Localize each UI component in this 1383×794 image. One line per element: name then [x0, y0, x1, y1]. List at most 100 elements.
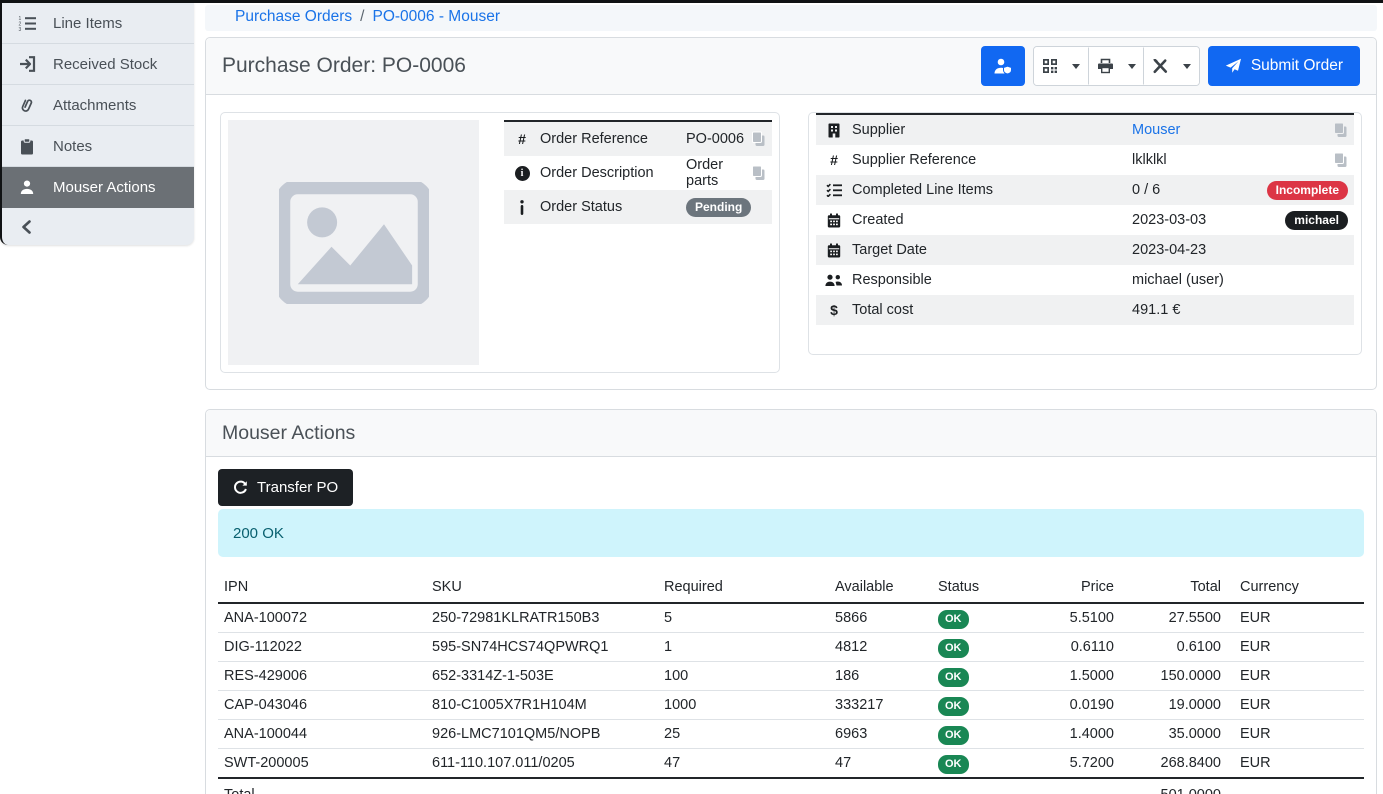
barcode-actions-button[interactable]	[1034, 47, 1089, 85]
breadcrumb-link-current-order[interactable]: PO-0006 - Mouser	[372, 8, 500, 25]
detail-label: Order Status	[540, 199, 686, 215]
cell-price: 0.6110	[1032, 633, 1120, 662]
detail-value: 0 / 6	[1132, 182, 1267, 198]
cell-price: 1.4000	[1032, 720, 1120, 749]
copy-icon[interactable]	[751, 131, 766, 147]
order-thumbnail-placeholder[interactable]	[228, 120, 479, 365]
ok-badge: OK	[938, 726, 969, 745]
sidebar-item-line-items[interactable]: 1 2 3 Line Items	[2, 3, 194, 44]
table-row: SWT-200005 611-110.107.011/0205 47 47 OK…	[218, 749, 1364, 779]
supplier-row: Supplier Mouser	[816, 115, 1354, 145]
sidebar-item-label: Line Items	[53, 15, 122, 32]
copy-icon[interactable]	[751, 165, 766, 181]
user-icon	[16, 179, 38, 195]
sidebar-item-mouser-actions[interactable]: Mouser Actions	[2, 167, 194, 208]
ok-badge: OK	[938, 697, 969, 716]
cell-required: 47	[658, 749, 829, 779]
sidebar-item-label: Mouser Actions	[53, 179, 156, 196]
cell-total: 0.6100	[1120, 633, 1227, 662]
sidebar-item-attachments[interactable]: Attachments	[2, 85, 194, 126]
print-actions-button[interactable]	[1089, 47, 1144, 85]
hash-icon: #	[504, 131, 540, 147]
breadcrumb-separator: /	[360, 8, 364, 25]
main-content: Purchase Orders/PO-0006 - Mouser Purchas…	[205, 0, 1383, 794]
sidebar-item-received-stock[interactable]: Received Stock	[2, 44, 194, 85]
cell-status: OK	[932, 720, 1032, 749]
svg-text:3: 3	[18, 26, 21, 31]
total-value: 501.0000	[1120, 778, 1227, 794]
table-row: DIG-112022 595-SN74HCS74QPWRQ1 1 4812 OK…	[218, 633, 1364, 662]
detail-value: 2023-03-03	[1132, 212, 1285, 228]
ok-badge: OK	[938, 755, 969, 774]
detail-label: Created	[852, 212, 1132, 228]
copy-icon[interactable]	[1333, 122, 1348, 138]
sidebar-item-label: Notes	[53, 138, 92, 155]
cell-total: 150.0000	[1120, 662, 1227, 691]
user-shield-button[interactable]	[981, 46, 1025, 86]
cell-status: OK	[932, 603, 1032, 633]
supplier-details-card: Supplier Mouser # Supplier Ref	[808, 112, 1362, 355]
cell-available: 4812	[829, 633, 932, 662]
cell-currency: EUR	[1227, 691, 1364, 720]
cell-price: 0.0190	[1032, 691, 1120, 720]
detail-value: lklklkl	[1132, 152, 1333, 168]
user-shield-icon	[993, 57, 1013, 75]
col-header-price: Price	[1032, 575, 1120, 603]
table-total-row: Total 501.0000	[218, 778, 1364, 794]
order-actions-button[interactable]	[1144, 47, 1199, 85]
calendar-icon	[816, 213, 852, 228]
col-header-required: Required	[658, 575, 829, 603]
mouser-actions-title: Mouser Actions	[222, 422, 355, 445]
sidebar-item-label: Received Stock	[53, 56, 157, 73]
chevron-left-icon	[21, 220, 32, 234]
purchase-order-panel-body: # Order Reference PO-0006 i	[206, 95, 1376, 389]
order-reference-row: # Order Reference PO-0006	[504, 122, 772, 156]
cell-ipn: ANA-100072	[218, 603, 426, 633]
created-by: michael	[1285, 211, 1348, 230]
cell-currency: EUR	[1227, 662, 1364, 691]
detail-value: 2023-04-23	[1132, 242, 1354, 258]
col-header-status: Status	[932, 575, 1032, 603]
cell-price: 1.5000	[1032, 662, 1120, 691]
order-description-row: i Order Description Order parts	[504, 156, 772, 190]
response-alert-text: 200 OK	[233, 525, 284, 542]
sidebar-item-notes[interactable]: Notes	[2, 126, 194, 167]
supplier-link[interactable]: Mouser	[1132, 122, 1333, 138]
table-row: CAP-043046 810-C1005X7R1H104M 1000 33321…	[218, 691, 1364, 720]
details-empty-row	[816, 325, 1354, 347]
detail-label: Total cost	[852, 302, 1132, 318]
calendar-icon	[816, 243, 852, 258]
cell-sku: 652-3314Z-1-503E	[426, 662, 658, 691]
list-ol-icon: 1 2 3	[16, 15, 38, 32]
paper-plane-icon	[1225, 58, 1242, 74]
cell-available: 6963	[829, 720, 932, 749]
detail-label: Target Date	[852, 242, 1132, 258]
submit-order-button[interactable]: Submit Order	[1208, 46, 1360, 86]
breadcrumb-link-purchase-orders[interactable]: Purchase Orders	[235, 8, 352, 25]
cell-required: 1000	[658, 691, 829, 720]
col-header-ipn: IPN	[218, 575, 426, 603]
detail-value: 491.1 €	[1132, 302, 1354, 318]
cell-sku: 611-110.107.011/0205	[426, 749, 658, 779]
sidebar-collapse-button[interactable]	[2, 208, 194, 245]
submit-order-label: Submit Order	[1251, 57, 1343, 75]
cell-price: 5.5100	[1032, 603, 1120, 633]
cell-ipn: ANA-100044	[218, 720, 426, 749]
transfer-po-button[interactable]: Transfer PO	[218, 469, 353, 506]
line-items-status: Incomplete	[1267, 181, 1348, 200]
table-row: RES-429006 652-3314Z-1-503E 100 186 OK 1…	[218, 662, 1364, 691]
order-status-row: Order Status Pending	[504, 190, 772, 224]
caret-down-icon	[1072, 64, 1080, 69]
dollar-icon: $	[816, 302, 852, 318]
cell-currency: EUR	[1227, 633, 1364, 662]
col-header-sku: SKU	[426, 575, 658, 603]
info-icon	[504, 200, 540, 215]
created-row: Created 2023-03-03 michael	[816, 205, 1354, 235]
cell-ipn: CAP-043046	[218, 691, 426, 720]
qrcode-icon	[1042, 58, 1058, 74]
cell-status: OK	[932, 749, 1032, 779]
users-icon	[816, 273, 852, 287]
copy-icon[interactable]	[1333, 152, 1348, 168]
ok-badge: OK	[938, 639, 969, 658]
printer-icon	[1097, 58, 1114, 74]
